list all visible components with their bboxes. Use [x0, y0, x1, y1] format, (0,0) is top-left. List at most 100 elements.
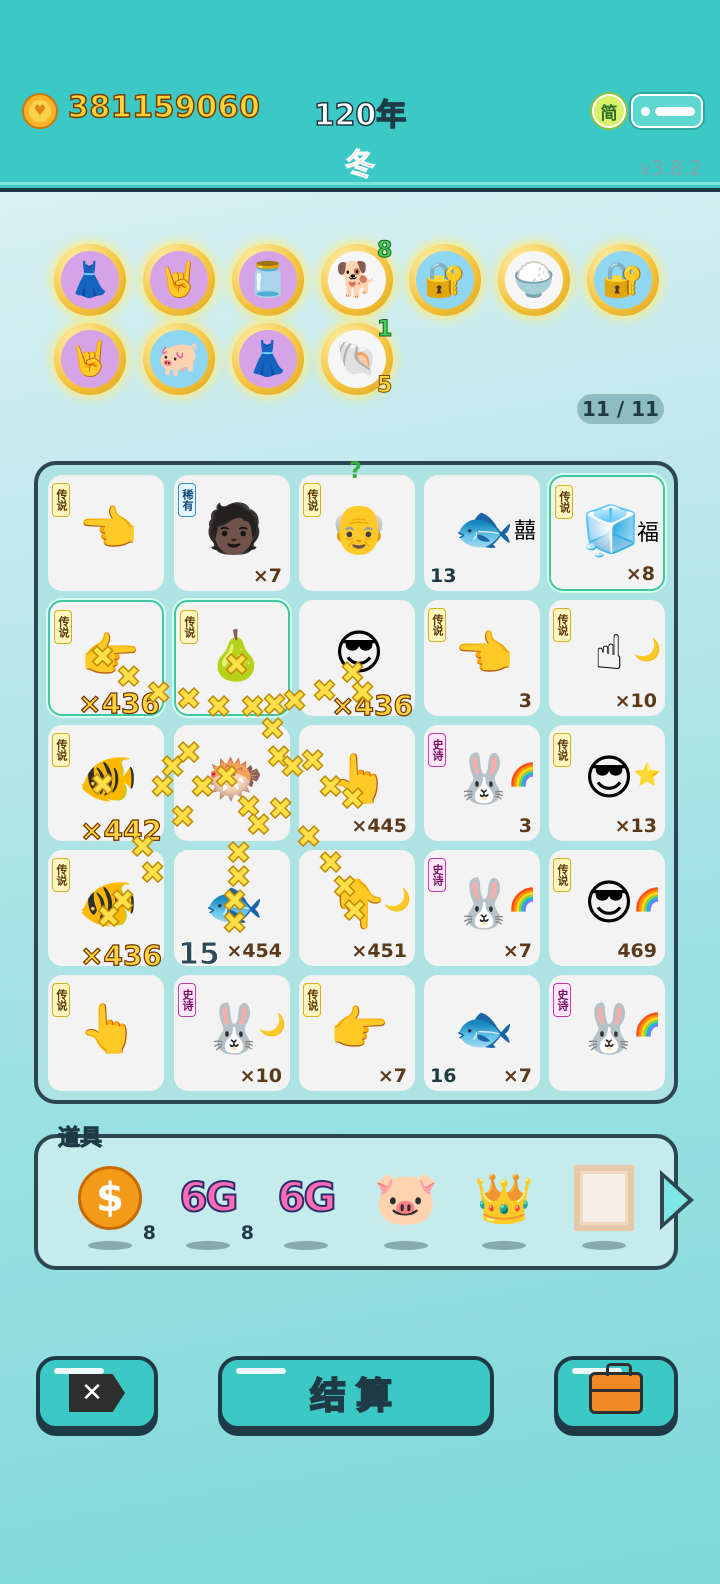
- board-cell[interactable]: 传说 👈 3: [424, 600, 540, 716]
- safe-icon: 🔐: [416, 251, 474, 309]
- cell-count: 13: [430, 565, 457, 587]
- cell-multiplier: ×436: [330, 688, 413, 722]
- cell-multiplier: ×7: [377, 1065, 407, 1087]
- board-cell[interactable]: 🐟 15 ×454: [174, 850, 290, 973]
- cell-decoration: 🌙: [383, 888, 411, 913]
- settle-button[interactable]: 结算: [218, 1356, 494, 1430]
- cell-decoration: ⭐: [633, 763, 661, 788]
- bald-glasses-man-icon: 👴: [329, 500, 389, 557]
- backpack-button[interactable]: [554, 1356, 678, 1430]
- board-cell[interactable]: 传说 🍐: [174, 600, 290, 716]
- board-cell[interactable]: 传说 🐠 ×442: [48, 725, 164, 848]
- item-shadow: [582, 1241, 626, 1250]
- fish-icon: 🐟: [454, 500, 514, 557]
- board-cell[interactable]: 🐡: [174, 725, 290, 841]
- safe-icon: 🔐: [594, 251, 652, 309]
- skirt-icon: 👗: [239, 330, 297, 388]
- year-display: 120年: [313, 97, 407, 134]
- cell-multiplier: ×451: [351, 940, 407, 962]
- board-cell[interactable]: 稀有 🧑🏿 ×7: [174, 475, 290, 591]
- language-button[interactable]: 简: [592, 94, 626, 128]
- items-label: 道具: [57, 1126, 103, 1152]
- board-cell[interactable]: 史诗 🐰 🌈 ×7: [424, 850, 540, 966]
- board-cell[interactable]: 史诗 🐰 🌈 3: [424, 725, 540, 841]
- pointing-hand-icon: 👆: [329, 750, 389, 807]
- board-cell[interactable]: 史诗 🐰 🌈: [549, 975, 665, 1091]
- board-cell[interactable]: 传说 👴?: [299, 459, 415, 591]
- rock-hand-icon: 🤘: [150, 251, 208, 309]
- item-shadow: [186, 1241, 230, 1250]
- settings-toggle-button[interactable]: [631, 94, 703, 128]
- board-cell[interactable]: 传说 👆: [48, 975, 164, 1091]
- board-cell[interactable]: 传说 ☝ 🌙 ×10: [549, 600, 665, 716]
- cell-decoration: 🌈: [508, 763, 536, 788]
- board-cell[interactable]: 🐟 16 ×7: [424, 975, 540, 1091]
- rock-hand-icon: 🤘: [61, 330, 119, 388]
- pomelo-icon: 🍐: [206, 627, 266, 684]
- items-next-arrow-icon[interactable]: [660, 1170, 694, 1230]
- toggle-bar-icon: [655, 107, 695, 116]
- board-cell[interactable]: 传说 👉 ×436: [48, 600, 164, 721]
- briefcase-icon: [589, 1363, 643, 1414]
- cell-decoration: 囍: [513, 519, 536, 544]
- fish-icon: 🐟: [204, 875, 264, 932]
- pointing-hand-icon: 👈: [78, 500, 138, 557]
- cell-decoration: 🌙: [258, 1013, 286, 1038]
- pointing-hand-icon: 👉: [329, 1000, 389, 1057]
- item-crown[interactable]: 👑: [464, 1158, 544, 1250]
- collection-badge[interactable]: 🔐: [587, 244, 659, 316]
- board-cell[interactable]: 😎 ×436: [299, 600, 415, 723]
- item-6g[interactable]: 6G: [266, 1158, 346, 1250]
- board-cell[interactable]: 史诗 🐰 🌙 ×10: [174, 975, 290, 1091]
- piggy-bank-icon: 🐷: [373, 1168, 439, 1229]
- item-shadow: [482, 1241, 526, 1250]
- board-cell[interactable]: 👇 🌙 ×451: [299, 850, 415, 966]
- question-mark: ?: [349, 459, 362, 484]
- cell-multiplier: ×10: [239, 1065, 282, 1087]
- board-cell[interactable]: 传说 😎 🌈 469: [549, 850, 665, 966]
- collection-badge[interactable]: 🤘: [143, 244, 215, 316]
- cell-multiplier: 3: [518, 690, 532, 712]
- board-cell[interactable]: 传说 😎 ⭐ ×13: [549, 725, 665, 841]
- version-label: v3.8.2: [639, 156, 702, 180]
- collection-badge[interactable]: 👗: [232, 323, 304, 395]
- close-icon: ✕: [69, 1374, 125, 1412]
- close-button[interactable]: ✕: [36, 1356, 158, 1430]
- sunglasses-man-icon: 😎: [333, 625, 385, 681]
- cell-multiplier: ×10: [614, 690, 657, 712]
- item-shadow: [88, 1241, 132, 1250]
- item-6g[interactable]: 6G 8: [168, 1158, 254, 1250]
- board-cell[interactable]: 传说 👉 ×7: [299, 975, 415, 1091]
- skirt-icon: 👗: [61, 251, 119, 309]
- badge-count: 8: [376, 238, 393, 264]
- cell-multiplier: ×436: [79, 938, 162, 972]
- item-dollar[interactable]: $ 8: [70, 1158, 156, 1250]
- board-cell[interactable]: 🐟 囍 13: [424, 475, 540, 591]
- board-cell[interactable]: 传说 🐠 ×436: [48, 850, 164, 973]
- item-picture-frame[interactable]: [564, 1158, 644, 1250]
- pointing-hand-icon: 👈: [454, 625, 514, 682]
- board-cell[interactable]: 传说 🧊 福 ×8: [549, 475, 665, 591]
- cell-decoration: 🌈: [633, 1013, 661, 1038]
- coin-balance: 381159060: [67, 89, 261, 126]
- cell-multiplier: ×7: [502, 1065, 532, 1087]
- cell-multiplier: ×445: [351, 815, 407, 837]
- cell-multiplier: ×442: [79, 813, 162, 847]
- collection-badge[interactable]: 🫙: [232, 244, 304, 316]
- crown-icon: 👑: [474, 1170, 534, 1227]
- board-cell[interactable]: 传说 👈: [48, 475, 164, 591]
- cell-multiplier: ×13: [614, 815, 657, 837]
- cell-multiplier: ×454: [226, 940, 282, 962]
- cell-multiplier: 469: [617, 940, 657, 962]
- board-cell[interactable]: 👆 ×445: [299, 725, 415, 841]
- collection-badge[interactable]: 🐖: [143, 323, 215, 395]
- collection-badge[interactable]: 🔐: [409, 244, 481, 316]
- item-piggy-bank[interactable]: 🐷: [366, 1158, 446, 1250]
- collection-badge[interactable]: 🍚: [498, 244, 570, 316]
- collection-badge[interactable]: 👗: [54, 244, 126, 316]
- cell-multiplier: ×8: [625, 563, 655, 585]
- collection-badge[interactable]: 🤘: [54, 323, 126, 395]
- koi-fish-icon: 🐠: [78, 875, 138, 932]
- pointing-hand-icon: 👉: [80, 627, 140, 684]
- 6g-icon: 6G: [179, 1174, 240, 1222]
